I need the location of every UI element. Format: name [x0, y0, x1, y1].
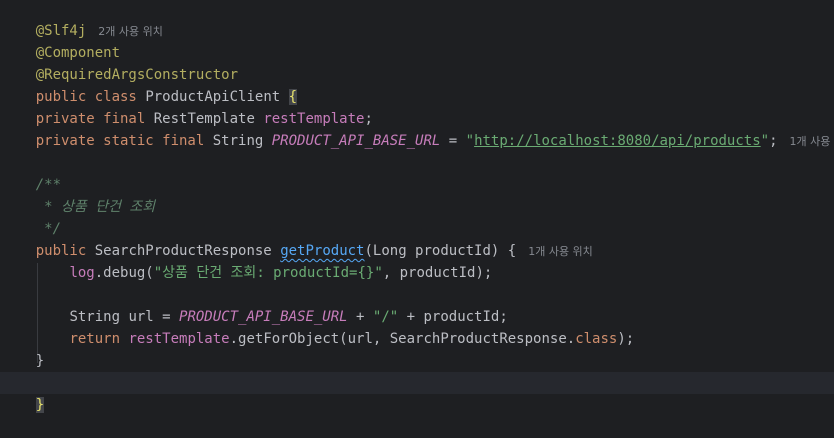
code-line-12[interactable]: public SearchProductResponse getProduct(… — [2, 240, 593, 262]
field-ref[interactable]: restTemplate — [128, 331, 229, 347]
keyword: public — [35, 243, 87, 259]
call-rest: , productId); — [382, 265, 493, 281]
assign-op: = — [440, 133, 466, 149]
class-name[interactable]: ProductApiClient — [145, 89, 280, 105]
code-line-1[interactable]: @Slf4j 2개 사용 위치 — [2, 0, 163, 39]
javadoc-text: * 상품 단건 조회 — [35, 199, 156, 215]
method-call[interactable]: .debug( — [95, 265, 154, 281]
code-line-18-current[interactable]: } — [0, 372, 834, 413]
code-line-3[interactable]: @RequiredArgsConstructor — [2, 42, 238, 83]
url-link[interactable]: http://localhost:8080/api/products — [474, 133, 761, 149]
type-name[interactable]: String — [213, 133, 264, 149]
code-line-13[interactable]: log.debug("상품 단건 조회: productId={}", prod… — [2, 262, 492, 284]
string-quote: " — [465, 133, 475, 149]
method-call[interactable]: .getForObject(url, SearchProductResponse… — [230, 331, 576, 347]
field-name[interactable]: restTemplate — [263, 111, 364, 127]
code-line-4[interactable]: public class ProductApiClient { — [2, 64, 298, 105]
plus-op: + — [347, 309, 373, 325]
code-line-9[interactable]: /** — [2, 174, 61, 196]
constant-name[interactable]: PRODUCT_API_BASE_URL — [272, 133, 441, 149]
code-line-11[interactable]: */ — [2, 218, 61, 240]
expr-rest: + productId; — [398, 309, 508, 325]
matched-brace: { — [288, 89, 298, 105]
semicolon: ; — [364, 111, 373, 127]
javadoc-end: */ — [35, 221, 62, 237]
code-line-6[interactable]: private final RestTemplate restTemplate; — [2, 108, 373, 130]
method-name[interactable]: getProduct — [280, 243, 364, 259]
code-line-10[interactable]: * 상품 단건 조회 — [2, 196, 155, 218]
code-line-15[interactable]: String url = PRODUCT_API_BASE_URL + "/" … — [2, 306, 508, 328]
string-literal: "/" — [372, 309, 399, 325]
string-quote: " — [760, 133, 770, 149]
usage-hint[interactable]: 1개 사용 위치 — [528, 245, 593, 258]
usage-hint[interactable]: 1개 사용 위치 — [790, 135, 834, 148]
method-params: (Long productId) { — [364, 243, 517, 259]
log-field[interactable]: log — [69, 265, 94, 281]
closing-brace: } — [35, 353, 45, 369]
keyword: class — [575, 331, 618, 347]
keyword: private static final — [35, 133, 205, 149]
string-literal: "상품 단건 조회: productId={}" — [153, 265, 383, 281]
matched-brace: } — [35, 397, 45, 413]
local-decl[interactable]: String url = — [69, 309, 179, 325]
javadoc-start: /** — [35, 177, 62, 193]
keyword: public class — [35, 89, 137, 105]
code-line-16[interactable]: return restTemplate.getForObject(url, Se… — [2, 328, 634, 350]
keyword: private final — [35, 111, 146, 127]
return-type[interactable]: SearchProductResponse — [95, 243, 272, 259]
code-line-2[interactable]: @Component — [2, 20, 120, 61]
code-editor[interactable]: @Slf4j 2개 사용 위치 @Component @RequiredArgsC… — [0, 0, 834, 413]
keyword: return — [69, 331, 121, 347]
call-end: ); — [617, 331, 635, 347]
code-line-17[interactable]: } — [2, 350, 44, 372]
type-name[interactable]: RestTemplate — [154, 111, 255, 127]
code-line-7[interactable]: private static final String PRODUCT_API_… — [2, 130, 834, 152]
constant-ref[interactable]: PRODUCT_API_BASE_URL — [179, 309, 348, 325]
semicolon: ; — [769, 133, 778, 149]
